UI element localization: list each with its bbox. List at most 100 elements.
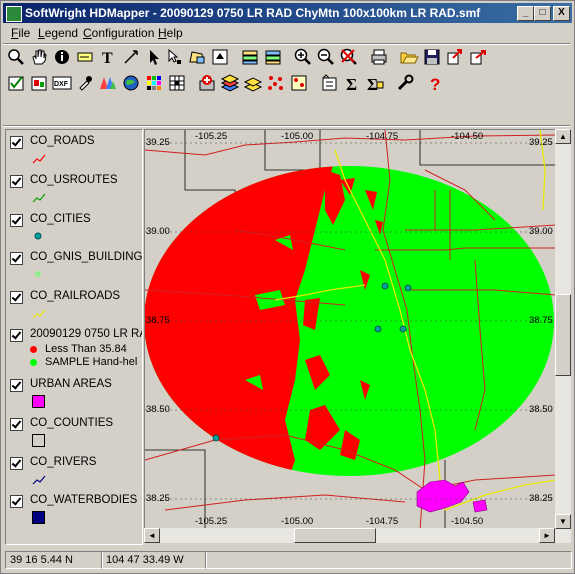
layer-name: CO_USROUTES — [30, 174, 118, 186]
lon-label-top: -105.25 — [195, 131, 228, 142]
merge-layers-icon[interactable] — [219, 72, 241, 94]
zoom-box-icon[interactable] — [5, 46, 27, 68]
layer-visibility-checkbox[interactable] — [10, 252, 23, 265]
menu-legend-key: L — [38, 26, 45, 40]
print-icon[interactable] — [368, 46, 390, 68]
scroll-up-button[interactable]: ▲ — [555, 129, 571, 144]
info-icon[interactable] — [51, 46, 73, 68]
rad-class-label: SAMPLE Hand-hel — [45, 356, 138, 368]
layer-visibility-checkbox[interactable] — [10, 495, 23, 508]
layer-name: 20090129 0750 LR RAD — [30, 328, 143, 340]
sum-icon[interactable]: Σ — [341, 72, 363, 94]
globe-icon[interactable] — [120, 72, 142, 94]
svg-text:T: T — [102, 50, 113, 67]
select-features-icon[interactable] — [28, 72, 50, 94]
layers-up-icon[interactable] — [239, 46, 261, 68]
layer-visibility-checkbox[interactable] — [10, 379, 23, 392]
red-dot-icon — [30, 345, 37, 353]
pan-hand-icon[interactable] — [28, 46, 50, 68]
railroad-line-symbol — [32, 309, 46, 319]
tools-icon[interactable] — [394, 72, 416, 94]
select-arrow-icon[interactable] — [143, 46, 165, 68]
measure-icon[interactable] — [120, 46, 142, 68]
lon-label-bottom: -105.00 — [281, 516, 314, 527]
scroll-left-button[interactable]: ◄ — [144, 528, 160, 543]
window-title: SoftWright HDMapper - 20090129 0750 LR R… — [25, 6, 481, 20]
layers-down-icon[interactable] — [262, 46, 284, 68]
horizontal-scroll-thumb[interactable] — [294, 528, 376, 543]
dxf-icon[interactable]: DXF — [51, 72, 73, 94]
menu-configuration-rest: onfiguration — [91, 26, 155, 40]
map-canvas[interactable]: -105.25 -105.00 -104.75 -104.50 -105.25 … — [144, 129, 557, 531]
lon-label-top: -104.75 — [366, 131, 399, 142]
polygon-icon[interactable] — [186, 46, 208, 68]
menu-help[interactable]: Help — [158, 26, 183, 40]
minimize-button[interactable]: _ — [517, 6, 534, 21]
svg-text:Σ: Σ — [367, 75, 378, 93]
help-icon[interactable]: ? — [424, 72, 446, 94]
vertical-scrollbar[interactable]: ▲ ▼ — [555, 129, 571, 543]
layer-name: CO_ROADS — [30, 135, 95, 147]
lon-label-top: -105.00 — [281, 131, 314, 142]
color-picker-icon[interactable] — [74, 72, 96, 94]
lat-label-left: 39.00 — [146, 226, 170, 237]
layer-visibility-checkbox[interactable] — [10, 329, 23, 342]
zoom-in-icon[interactable] — [292, 46, 314, 68]
save-icon[interactable] — [421, 46, 443, 68]
title-bar[interactable]: SoftWright HDMapper - 20090129 0750 LR R… — [3, 3, 572, 23]
county-fill-symbol — [32, 434, 45, 447]
scroll-down-button[interactable]: ▼ — [555, 514, 571, 529]
text-tool-icon[interactable]: T — [97, 46, 119, 68]
layer-name: URBAN AREAS — [30, 378, 112, 390]
grid-select-icon[interactable] — [166, 72, 188, 94]
river-line-symbol — [32, 475, 46, 485]
zoom-cancel-icon[interactable] — [338, 46, 360, 68]
open-folder-icon[interactable] — [398, 46, 420, 68]
layer-visibility-checkbox[interactable] — [10, 457, 23, 470]
layer-name: CO_CITIES — [30, 213, 91, 225]
layer-visibility-checkbox[interactable] — [10, 418, 23, 431]
lon-label-bottom: -105.25 — [195, 516, 228, 527]
edit-node-icon[interactable] — [163, 46, 185, 68]
menu-help-key: H — [158, 26, 167, 40]
lat-label-right: 38.75 — [529, 315, 553, 326]
route-line-symbol — [32, 193, 46, 203]
horizontal-scrollbar[interactable]: ◄ ► — [144, 528, 555, 543]
spectrum-icon[interactable] — [97, 72, 119, 94]
layer-visibility-checkbox[interactable] — [10, 214, 23, 227]
dxf-text: DXF — [54, 81, 69, 88]
layer-visibility-checkbox[interactable] — [10, 291, 23, 304]
map-graphic[interactable] — [145, 130, 556, 530]
menu-configuration-key: C — [83, 26, 92, 40]
zoom-out-icon[interactable] — [315, 46, 337, 68]
stack-layers-icon[interactable] — [242, 72, 264, 94]
sum-select-icon[interactable]: Σ — [364, 72, 386, 94]
lat-label-right: 38.25 — [529, 493, 553, 504]
maximize-button[interactable]: □ — [534, 6, 551, 21]
layer-visibility-checkbox[interactable] — [10, 136, 23, 149]
menu-legend[interactable]: Legend — [38, 26, 78, 40]
legend-icon[interactable] — [318, 72, 340, 94]
layer-visibility-checkbox[interactable] — [10, 175, 23, 188]
vertical-scroll-thumb[interactable] — [555, 294, 571, 376]
layer-name: CO_WATERBODIES — [30, 494, 138, 506]
close-button[interactable]: X — [553, 6, 570, 21]
svg-text:?: ? — [430, 75, 440, 93]
building-point-symbol — [35, 271, 41, 277]
green-dot-icon — [30, 358, 37, 366]
points-icon[interactable] — [265, 72, 287, 94]
add-layer-icon[interactable] — [196, 72, 218, 94]
longitude-readout: 104 47 33.49 W — [101, 551, 207, 569]
sample-points-icon[interactable] — [288, 72, 310, 94]
rad-class-fail: Less Than 35.84 — [30, 343, 127, 355]
check-icon[interactable] — [5, 72, 27, 94]
layer-props-icon[interactable] — [209, 46, 231, 68]
palette-grid-icon[interactable] — [143, 72, 165, 94]
export-out-icon[interactable] — [467, 46, 489, 68]
menu-file[interactable]: File — [11, 26, 30, 40]
scroll-right-button[interactable]: ► — [539, 528, 555, 543]
lon-label-bottom: -104.75 — [366, 516, 399, 527]
menu-configuration[interactable]: Configuration — [83, 26, 154, 40]
label-icon[interactable] — [74, 46, 96, 68]
export-icon[interactable] — [444, 46, 466, 68]
